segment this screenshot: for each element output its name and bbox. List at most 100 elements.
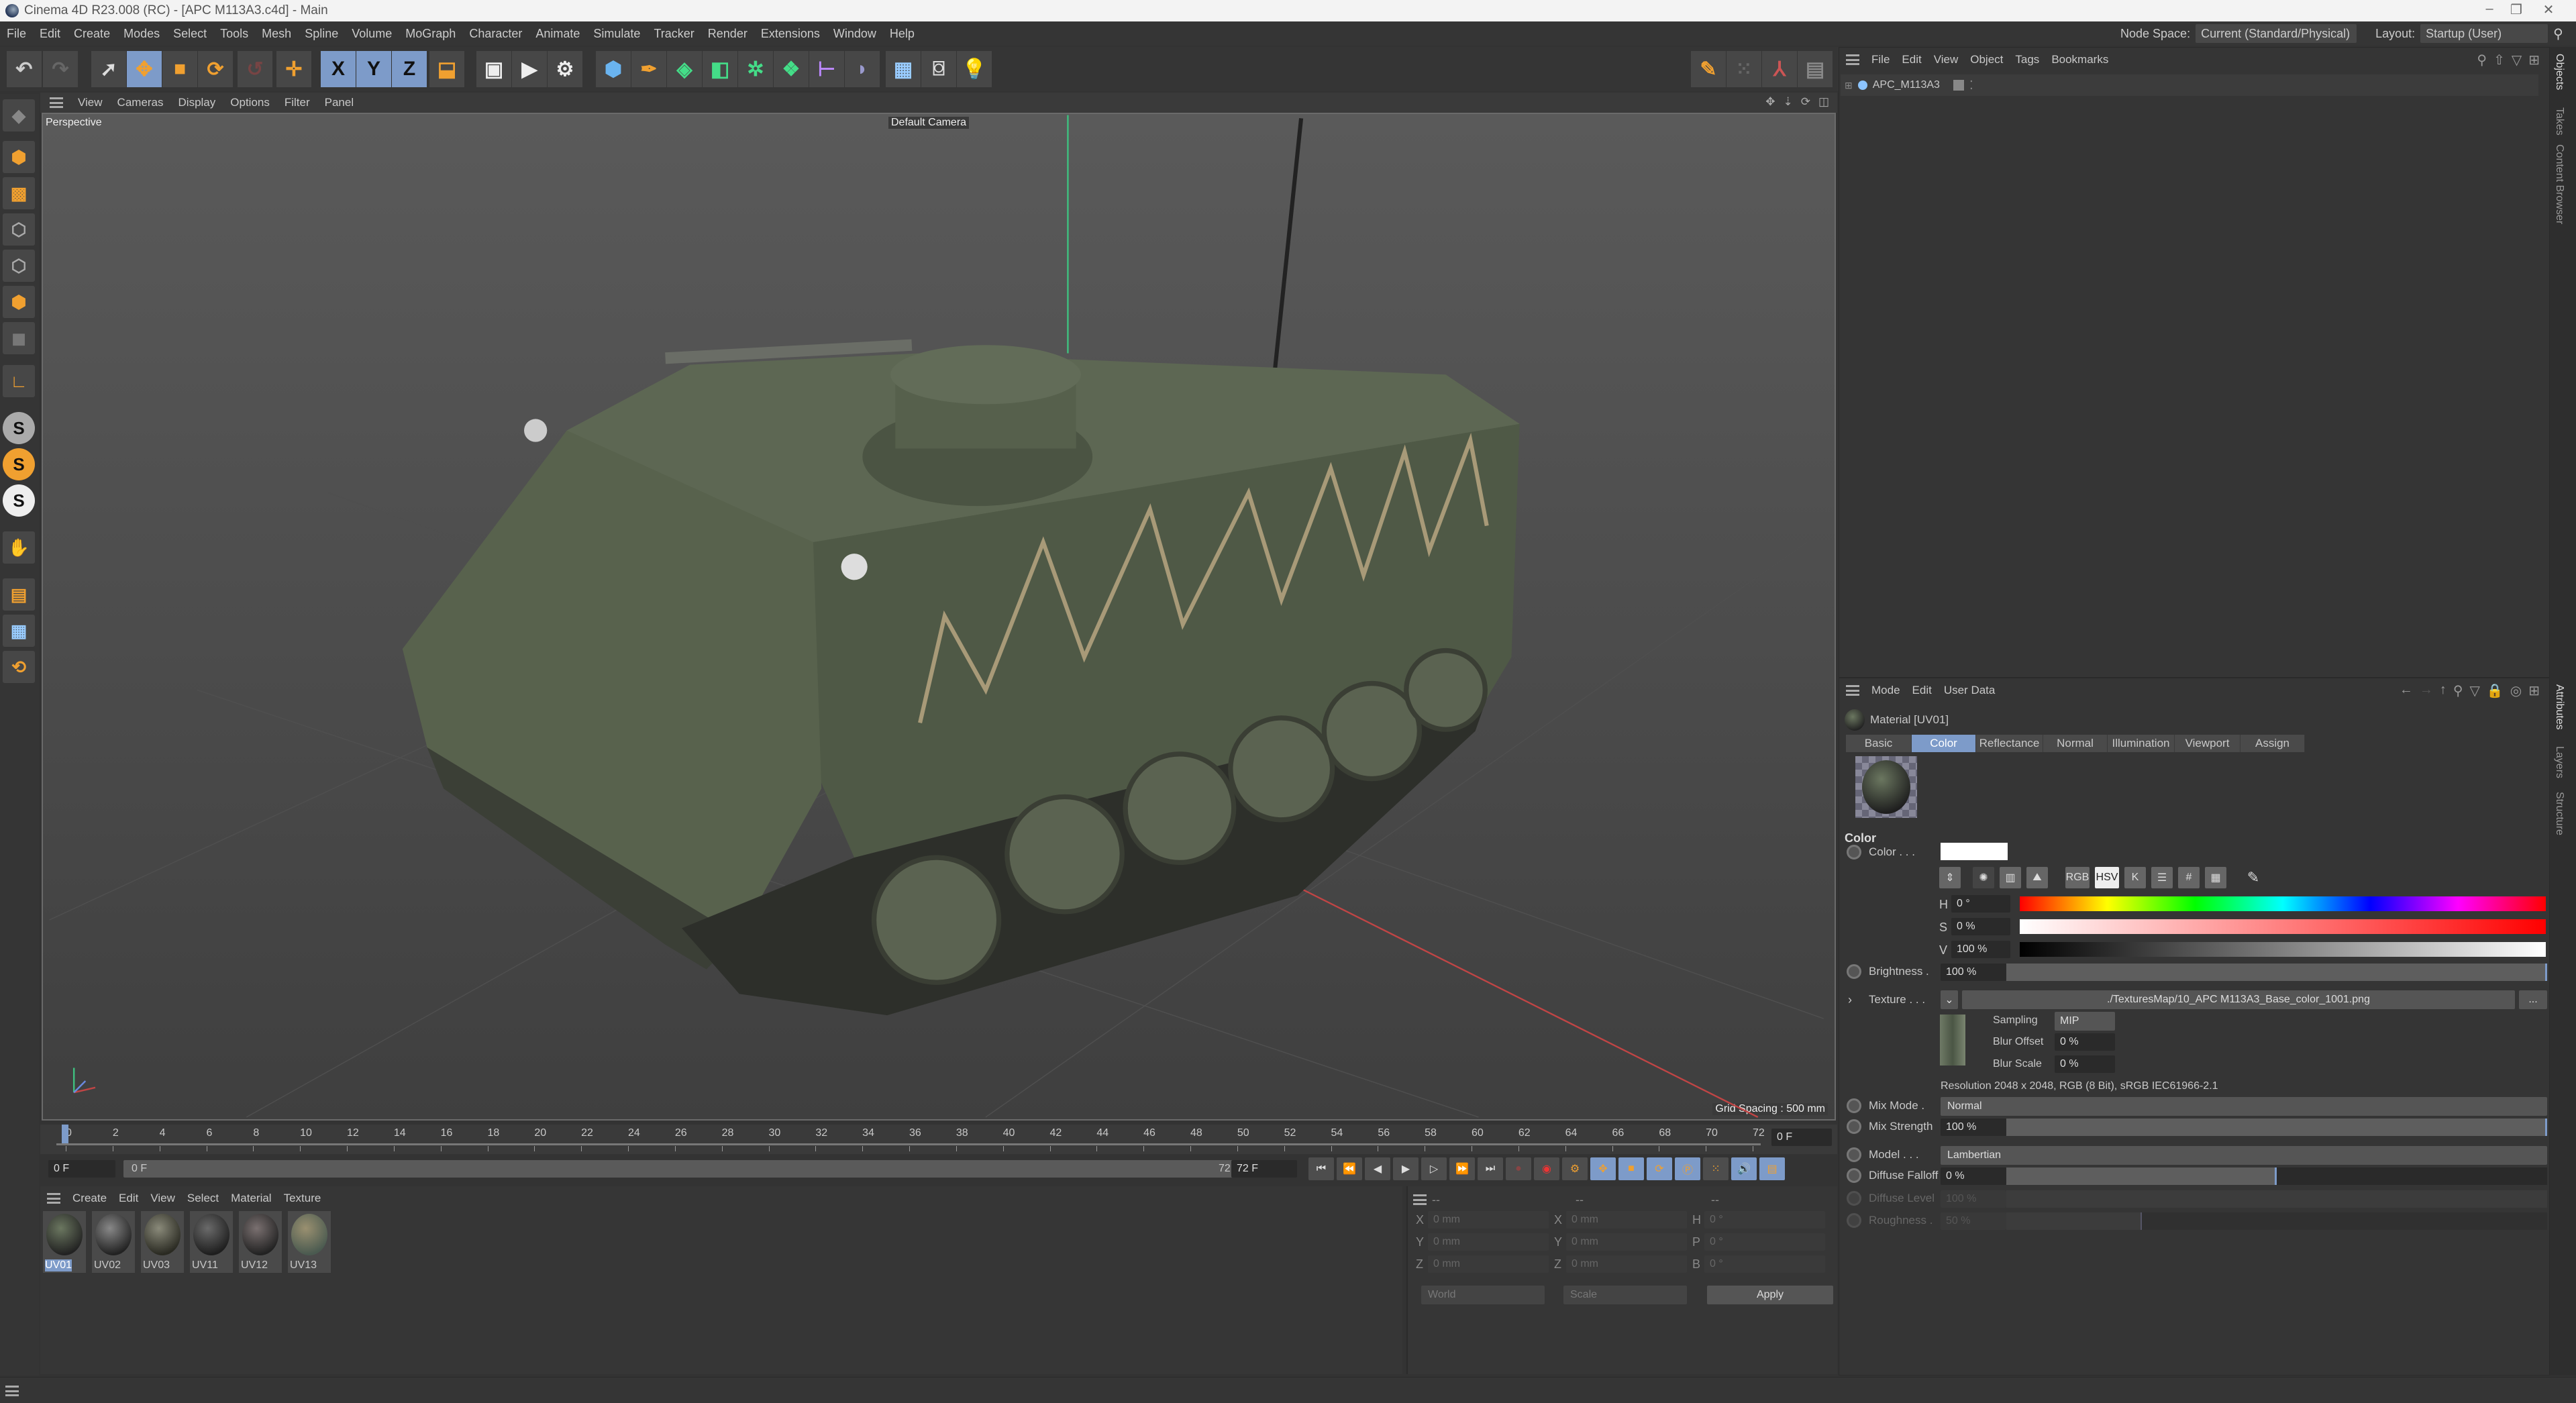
color-wheel-icon[interactable]: ✺ — [1973, 867, 1994, 888]
coord-pos-field[interactable]: 0 mm — [1428, 1233, 1549, 1251]
texture-expand-icon[interactable]: › — [1848, 993, 1852, 1007]
rotate-tool-icon[interactable]: ⟳ — [198, 51, 233, 87]
attr-menu-mode[interactable]: Mode — [1871, 684, 1900, 697]
move-tool-icon[interactable]: ✥ — [127, 51, 162, 87]
hex-mode-button[interactable]: # — [2178, 867, 2200, 888]
attr-menu-user-data[interactable]: User Data — [1944, 684, 1996, 697]
coord-size-field[interactable]: 0 mm — [1566, 1255, 1687, 1273]
menu-mograph[interactable]: MoGraph — [405, 27, 456, 41]
model-dropdown[interactable]: Lambertian — [1941, 1146, 2547, 1165]
menu-select[interactable]: Select — [173, 27, 207, 41]
model-radio[interactable] — [1847, 1147, 1861, 1162]
mat-menu-edit[interactable]: Edit — [119, 1192, 138, 1205]
minimize-button[interactable]: – — [2476, 1, 2503, 17]
material-menu-icon[interactable] — [47, 1193, 60, 1204]
coordinate-system-icon[interactable]: ⬓ — [429, 51, 464, 87]
sampling-dropdown[interactable]: MIP — [2055, 1012, 2115, 1031]
vp-menu-panel[interactable]: Panel — [325, 96, 354, 109]
redo-icon[interactable]: ↷ — [43, 51, 78, 87]
vp-menu-filter[interactable]: Filter — [285, 96, 310, 109]
filter-icon[interactable]: ▽ — [2512, 52, 2522, 68]
menu-file[interactable]: File — [7, 27, 26, 41]
edges-mode-icon[interactable]: ⬡ — [3, 250, 35, 282]
vp-menu-cameras[interactable]: Cameras — [117, 96, 164, 109]
diffuse-falloff-slider[interactable] — [2006, 1167, 2547, 1185]
floor-icon[interactable]: ▦ — [886, 51, 921, 87]
kelvin-mode-button[interactable]: K — [2124, 867, 2146, 888]
render-icon[interactable]: ▶ — [512, 51, 547, 87]
eyedropper-icon[interactable]: ✎ — [2243, 867, 2264, 888]
saturation-slider[interactable] — [2020, 919, 2546, 934]
apply-button[interactable]: Apply — [1707, 1286, 1833, 1304]
saturation-field[interactable]: 0 % — [1951, 918, 2010, 935]
timeline-ruler[interactable]: 0 2 4 6 8 10 12 14 16 18 20 22 24 26 28 30 32 34 36 38 40 42 4… — [40, 1125, 1837, 1154]
object-name[interactable]: APC_M113A3 — [1873, 79, 1940, 91]
mat-menu-select[interactable]: Select — [187, 1192, 219, 1205]
layout-dropdown[interactable]: Startup (User) — [2420, 24, 2548, 43]
material-uv11[interactable]: UV11 — [190, 1211, 233, 1273]
menu-help[interactable]: Help — [890, 27, 915, 41]
select-tool-icon[interactable]: ➚ — [91, 51, 126, 87]
mat-menu-texture[interactable]: Texture — [284, 1192, 321, 1205]
obj-menu-object[interactable]: Object — [1970, 53, 2003, 66]
swatches-icon[interactable]: ▦ — [2205, 867, 2226, 888]
tab-reflectance[interactable]: Reflectance — [1976, 735, 2043, 752]
workplane-icon[interactable]: ⅄ — [1762, 51, 1797, 87]
color-swatch[interactable] — [1941, 843, 2008, 860]
key-pla-icon[interactable]: ⁙ — [1703, 1157, 1729, 1180]
spectrum-icon[interactable]: ▥ — [2000, 867, 2021, 888]
pan-view-icon[interactable]: ✥ — [1765, 95, 1775, 109]
color-collapse-icon[interactable]: ⇕ — [1939, 867, 1961, 888]
pen-icon[interactable]: ✒ — [631, 51, 666, 87]
blur-offset-field[interactable]: 0 % — [2055, 1033, 2115, 1051]
mat-menu-create[interactable]: Create — [72, 1192, 107, 1205]
camera-name[interactable]: Default Camera — [888, 117, 970, 129]
camera-icon[interactable]: ⌼ — [921, 51, 956, 87]
up-icon[interactable]: ⇧ — [2493, 52, 2505, 68]
coord-rot-field[interactable]: 0 ° — [1704, 1211, 1825, 1229]
next-key-icon[interactable]: ⏩ — [1449, 1157, 1475, 1180]
render-settings-icon[interactable]: ⚙ — [548, 51, 582, 87]
quantize-icon[interactable]: S — [3, 484, 35, 517]
value-slider[interactable] — [2020, 942, 2546, 957]
obj-menu-bookmarks[interactable]: Bookmarks — [2051, 53, 2108, 66]
workplane-lock-icon[interactable]: ▤ — [3, 578, 35, 611]
render-view-icon[interactable]: ▣ — [476, 51, 511, 87]
vp-menu-options[interactable]: Options — [230, 96, 270, 109]
grid-icon[interactable]: ▦ — [3, 615, 35, 647]
menu-spline[interactable]: Spline — [305, 27, 338, 41]
uv-mode-icon[interactable]: ◼ — [3, 322, 35, 354]
restore-button[interactable]: ❐ — [2503, 1, 2530, 18]
material-uv13[interactable]: UV13 — [288, 1211, 331, 1273]
brightness-slider[interactable] — [2006, 964, 2547, 981]
tab-normal[interactable]: Normal — [2043, 735, 2108, 752]
menu-tracker[interactable]: Tracker — [654, 27, 694, 41]
obj-menu-edit[interactable]: Edit — [1902, 53, 1921, 66]
side-tab-objects[interactable]: Objects — [2553, 54, 2565, 90]
key-position-icon[interactable]: ✥ — [1590, 1157, 1616, 1180]
coord-size-field[interactable]: 0 mm — [1566, 1211, 1687, 1229]
mix-strength-slider[interactable] — [2006, 1119, 2547, 1136]
timeline-icon[interactable]: ▤ — [1759, 1157, 1785, 1180]
rgb-mode-button[interactable]: RGB — [2065, 867, 2090, 888]
texture-menu-icon[interactable]: ⌄ — [1941, 990, 1958, 1009]
menu-tools[interactable]: Tools — [220, 27, 248, 41]
menu-mesh[interactable]: Mesh — [262, 27, 291, 41]
hue-slider[interactable] — [2020, 896, 2546, 911]
key-parameter-icon[interactable]: Ⓟ — [1675, 1157, 1700, 1180]
tab-illumination[interactable]: Illumination — [2108, 735, 2175, 752]
side-tab-structure[interactable]: Structure — [2553, 792, 2565, 835]
tab-basic[interactable]: Basic — [1846, 735, 1912, 752]
key-rotation-icon[interactable]: ⟳ — [1647, 1157, 1672, 1180]
menu-edit[interactable]: Edit — [40, 27, 60, 41]
mograph-icon[interactable]: ❖ — [774, 51, 809, 87]
search-icon[interactable]: ⚲ — [2453, 682, 2463, 699]
play-icon[interactable]: ▶ — [1393, 1157, 1419, 1180]
mat-menu-view[interactable]: View — [150, 1192, 175, 1205]
side-tab-attributes[interactable]: Attributes — [2553, 684, 2565, 730]
visibility-dots-icon[interactable]: ⁚ — [1969, 79, 1973, 93]
model-mode-icon[interactable]: ⬢ — [3, 141, 35, 173]
objects-menu-icon[interactable] — [1846, 54, 1859, 65]
side-tab-layers[interactable]: Layers — [2553, 746, 2565, 778]
max-frame-field[interactable]: 72 F — [1231, 1160, 1297, 1178]
